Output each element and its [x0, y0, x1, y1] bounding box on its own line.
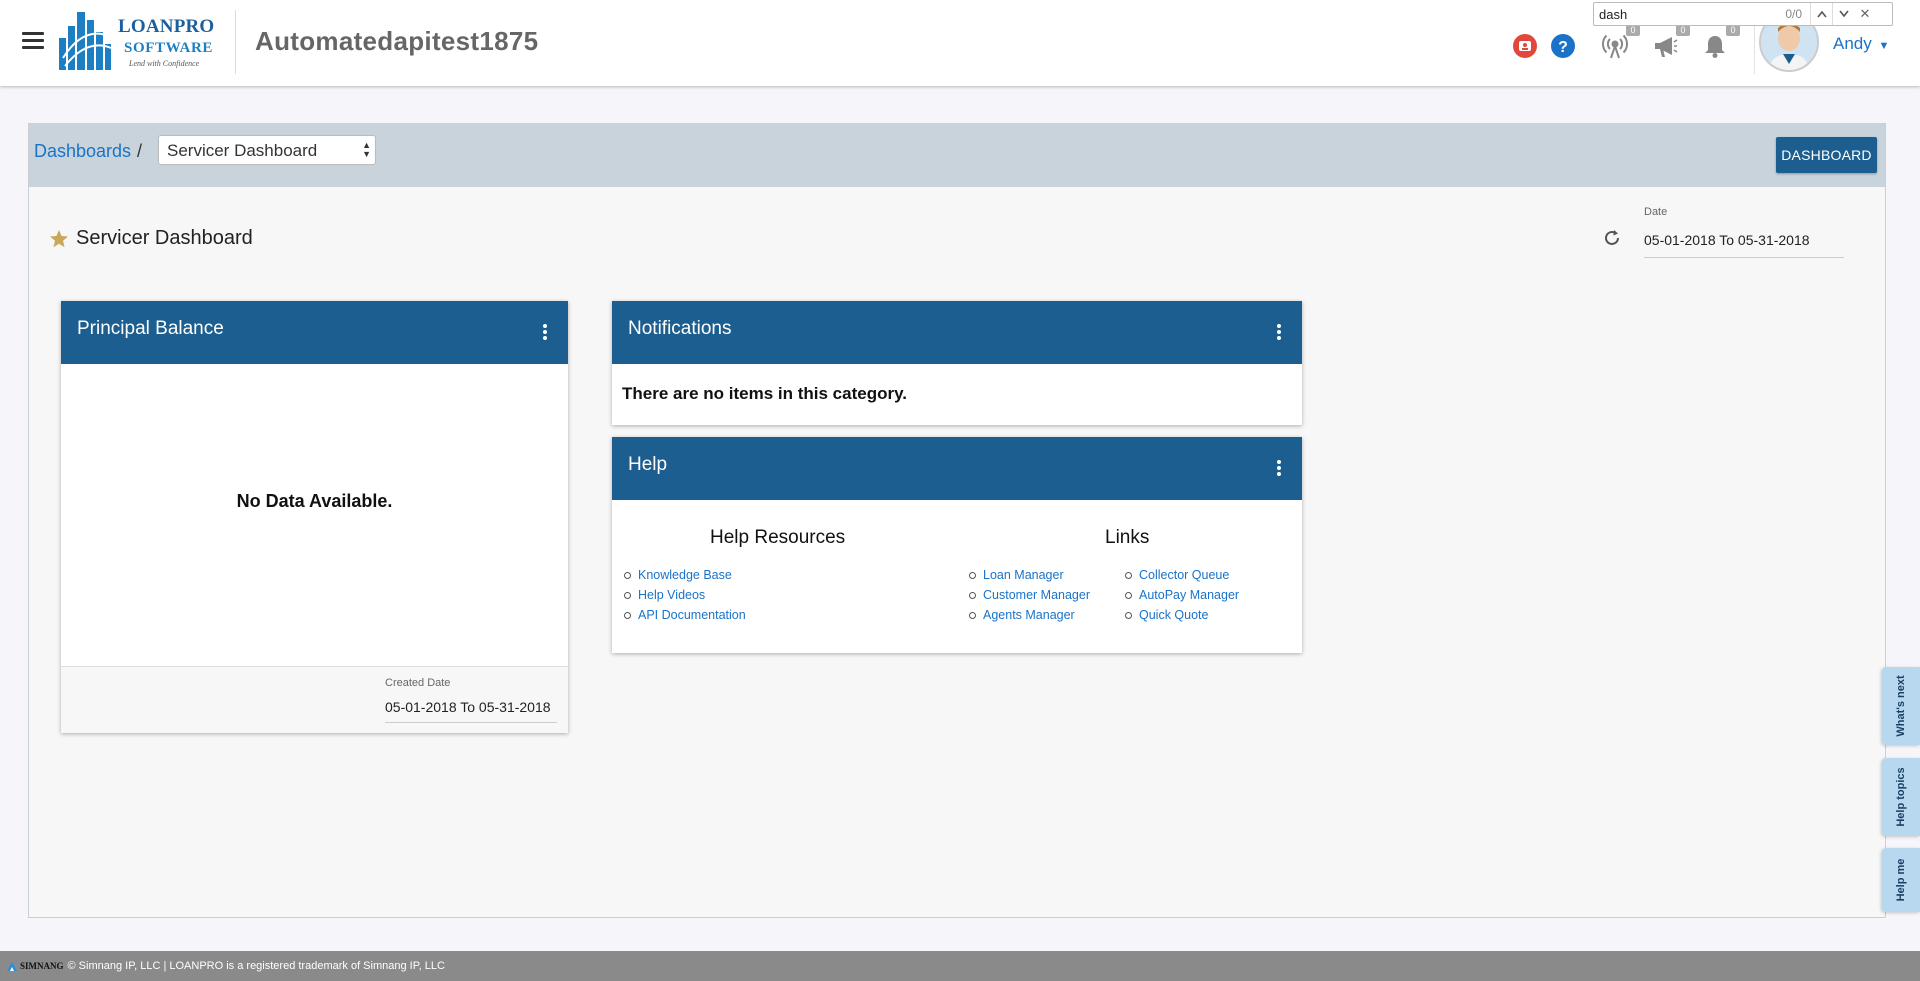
- side-tab-help-topics[interactable]: Help topics: [1882, 758, 1920, 836]
- kebab-menu-icon[interactable]: [542, 324, 548, 342]
- logo-divider: [235, 10, 236, 74]
- select-arrows-icon: ▲ ▼: [362, 140, 371, 159]
- user-menu[interactable]: Andy ▼: [1833, 34, 1889, 54]
- chevron-down-icon: [1838, 10, 1849, 18]
- empty-state-text: No Data Available.: [236, 491, 393, 511]
- side-tab-label: What's next: [1895, 675, 1907, 737]
- top-header: LOANPRO SOFTWARE Lend with Confidence Au…: [0, 0, 1920, 86]
- simnang-logo-icon: [7, 962, 17, 971]
- date-label: Date: [1644, 206, 1668, 218]
- link-collector-queue[interactable]: Collector Queue: [1123, 565, 1239, 585]
- created-date-field[interactable]: 05-01-2018 To 05-31-2018: [385, 695, 557, 723]
- bell-icon[interactable]: 0: [1702, 25, 1740, 59]
- find-input[interactable]: [1594, 4, 1774, 24]
- footer-brand: SIMNANG: [20, 961, 64, 971]
- help-resources-list: Knowledge Base Help Videos API Documenta…: [622, 565, 746, 625]
- created-date-label: Created Date: [385, 677, 451, 689]
- broadcast-badge: 0: [1626, 25, 1640, 36]
- empty-state-text: There are no items in this category.: [622, 384, 907, 403]
- widget-title: Principal Balance: [77, 318, 224, 339]
- logo-sub: SOFTWARE: [124, 40, 213, 56]
- logo-name: LOANPRO: [118, 16, 215, 37]
- widget-title: Notifications: [628, 318, 732, 339]
- kebab-menu-icon[interactable]: [1276, 324, 1282, 342]
- widget-title: Help: [628, 454, 668, 475]
- app-title: Automatedapitest1875: [255, 26, 539, 56]
- close-icon[interactable]: ✕: [1854, 3, 1876, 25]
- side-tab-label: Help topics: [1895, 767, 1907, 827]
- help-link-knowledge-base[interactable]: Knowledge Base: [622, 565, 746, 585]
- principal-balance-widget: Principal Balance No Data Available. Cre…: [61, 301, 568, 733]
- link-loan-manager[interactable]: Loan Manager: [967, 565, 1090, 585]
- user-name: Andy: [1833, 34, 1872, 53]
- find-prev-button[interactable]: [1810, 3, 1832, 25]
- find-count: 0/0: [1785, 7, 1802, 21]
- link-customer-manager[interactable]: Customer Manager: [967, 585, 1090, 605]
- breadcrumb-dashboards-link[interactable]: Dashboards: [34, 141, 131, 162]
- links-list-col1: Loan Manager Customer Manager Agents Man…: [967, 565, 1090, 625]
- menu-icon[interactable]: [22, 32, 44, 50]
- logo-tagline: Lend with Confidence: [129, 59, 200, 68]
- simnang-logo: SIMNANG: [6, 960, 64, 972]
- page-title: Servicer Dashboard: [76, 227, 253, 249]
- announcements-badge: 0: [1676, 25, 1690, 36]
- widget-header: Notifications: [612, 301, 1302, 364]
- chevron-up-icon: [1816, 10, 1827, 18]
- find-next-button[interactable]: [1832, 3, 1854, 25]
- dashboard-select[interactable]: Servicer Dashboard ▲ ▼: [158, 135, 376, 165]
- help-link-help-videos[interactable]: Help Videos: [622, 585, 746, 605]
- notifications-badge: 0: [1726, 25, 1740, 36]
- side-tab-whats-next[interactable]: What's next: [1882, 667, 1920, 745]
- dashboard-select-value: Servicer Dashboard: [167, 141, 318, 160]
- svg-text:?: ?: [1558, 39, 1568, 56]
- side-tab-label: Help me: [1895, 858, 1907, 902]
- notifications-widget: Notifications There are no items in this…: [612, 301, 1302, 425]
- refresh-icon[interactable]: [1601, 227, 1623, 249]
- widget-header: Principal Balance: [61, 301, 568, 364]
- help-link-api-documentation[interactable]: API Documentation: [622, 605, 746, 625]
- breadcrumb-separator: /: [137, 141, 143, 161]
- site-footer: SIMNANG © Simnang IP, LLC | LOANPRO is a…: [0, 951, 1920, 981]
- link-quick-quote[interactable]: Quick Quote: [1123, 605, 1239, 625]
- side-tab-help-me[interactable]: Help me: [1882, 848, 1920, 912]
- page-heading: Servicer Dashboard: [49, 227, 253, 250]
- help-resources-title: Help Resources: [710, 527, 846, 548]
- breadcrumb: Dashboards / Servicer Dashboard ▲ ▼ DASHB…: [29, 124, 1885, 187]
- links-list-col2: Collector Queue AutoPay Manager Quick Qu…: [1123, 565, 1239, 625]
- link-agents-manager[interactable]: Agents Manager: [967, 605, 1090, 625]
- kebab-menu-icon[interactable]: [1276, 460, 1282, 478]
- megaphone-icon[interactable]: 0: [1652, 25, 1690, 59]
- links-title: Links: [1105, 527, 1150, 548]
- help-icon[interactable]: ?: [1550, 33, 1576, 59]
- link-autopay-manager[interactable]: AutoPay Manager: [1123, 585, 1239, 605]
- broadcast-icon[interactable]: 0: [1602, 25, 1640, 59]
- support-icon[interactable]: [1512, 33, 1538, 59]
- widget-footer: Created Date 05-01-2018 To 05-31-2018: [61, 666, 568, 733]
- find-bar: 0/0 ✕: [1593, 2, 1893, 26]
- dashboard-button[interactable]: DASHBOARD: [1776, 137, 1877, 173]
- date-range-field[interactable]: 05-01-2018 To 05-31-2018: [1644, 226, 1844, 258]
- caret-down-icon: ▼: [1878, 40, 1890, 52]
- footer-text: © Simnang IP, LLC | LOANPRO is a registe…: [67, 960, 445, 972]
- help-widget: Help Help Resources Links Knowledge Base…: [612, 437, 1302, 653]
- widget-header: Help: [612, 437, 1302, 500]
- star-icon[interactable]: [49, 229, 69, 249]
- loanpro-logo[interactable]: LOANPRO SOFTWARE Lend with Confidence: [57, 8, 225, 72]
